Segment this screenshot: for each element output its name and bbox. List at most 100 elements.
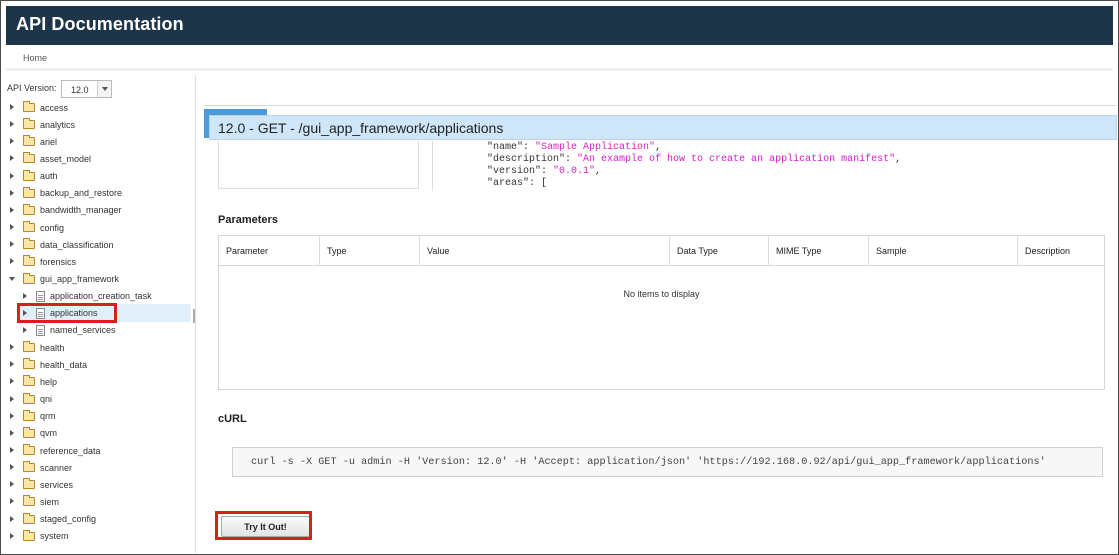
endpoint-title: 12.0 - GET - /gui_app_framework/applicat… xyxy=(218,120,504,136)
caret-right-icon[interactable] xyxy=(10,104,15,111)
caret-right-icon[interactable] xyxy=(10,361,15,368)
sample-left-pane xyxy=(218,141,419,189)
folder-icon xyxy=(23,461,35,473)
caret-right-icon[interactable] xyxy=(10,189,15,197)
caret-right-icon[interactable] xyxy=(10,155,15,162)
folder-icon xyxy=(23,152,35,164)
caret-right-icon[interactable] xyxy=(10,412,15,420)
tree-folder[interactable]: reference_data xyxy=(10,442,101,459)
caret-right-icon[interactable] xyxy=(10,481,15,488)
caret-right-icon[interactable] xyxy=(10,206,15,214)
json-colon: : xyxy=(529,178,542,189)
tree-folder[interactable]: config xyxy=(10,219,64,236)
tree-folder[interactable]: data_classification xyxy=(10,236,114,253)
caret-right-icon[interactable] xyxy=(10,498,15,505)
chevron-down-icon[interactable] xyxy=(97,81,111,97)
col-description[interactable]: Description xyxy=(1018,236,1104,266)
tree-folder[interactable]: siem xyxy=(10,493,59,510)
tree-folder[interactable]: gui_app_framework xyxy=(9,271,119,288)
tree-folder[interactable]: health_data xyxy=(10,356,87,373)
json-line: "version": "0.0.1", xyxy=(487,166,601,178)
tree-folder[interactable]: backup_and_restore xyxy=(10,185,122,202)
response-sample: "name": "Sample Application", "descriptio… xyxy=(218,141,1117,191)
tree-folder[interactable]: qni xyxy=(10,391,52,408)
api-version-label: API Version: xyxy=(7,83,57,93)
json-sample-pane[interactable]: "name": "Sample Application", "descriptio… xyxy=(432,141,1117,191)
tree-folder[interactable]: health xyxy=(10,339,65,356)
caret-right-icon[interactable] xyxy=(10,258,15,265)
tree-endpoint[interactable]: named_services xyxy=(23,322,116,339)
caret-right-icon[interactable] xyxy=(10,121,15,128)
parameters-heading: Parameters xyxy=(218,214,278,226)
tree-item-label: qvm xyxy=(40,428,58,439)
sidebar-resize-handle[interactable] xyxy=(193,309,195,323)
tree-item-label: staged_config xyxy=(40,514,97,525)
json-value: "Sample Application" xyxy=(535,142,656,153)
tree-folder[interactable]: forensics xyxy=(10,253,76,270)
tree-item-label: help xyxy=(40,376,58,387)
tree-item-label: health xyxy=(40,342,65,353)
main-panel: GET 12.0 - GET - /gui_app_framework/appl… xyxy=(204,75,1117,553)
folder-icon xyxy=(23,375,35,387)
col-value[interactable]: Value xyxy=(420,236,670,266)
caret-right-icon[interactable] xyxy=(10,447,15,454)
col-data-type[interactable]: Data Type xyxy=(670,236,769,266)
json-key: "version" xyxy=(487,166,542,177)
tree-folder[interactable]: qvm xyxy=(10,425,57,442)
json-colon: : xyxy=(565,154,578,165)
tree-folder[interactable]: ariel xyxy=(10,133,57,150)
tree-folder[interactable]: qrm xyxy=(10,408,56,425)
col-sample[interactable]: Sample xyxy=(869,236,1018,266)
document-icon xyxy=(36,290,45,302)
tree-folder[interactable]: system xyxy=(10,528,69,545)
caret-right-icon[interactable] xyxy=(10,515,15,523)
folder-icon xyxy=(23,101,35,112)
curl-command: curl -s -X GET -u admin -H 'Version: 12.… xyxy=(251,457,1046,468)
folder-icon xyxy=(23,478,35,490)
tree-folder[interactable]: services xyxy=(10,476,73,493)
curl-command-box[interactable]: curl -s -X GET -u admin -H 'Version: 12.… xyxy=(232,447,1103,477)
caret-right-icon[interactable] xyxy=(10,532,15,540)
json-colon: : xyxy=(541,166,554,177)
folder-icon xyxy=(23,255,35,267)
caret-right-icon[interactable] xyxy=(23,292,28,300)
tree-folder[interactable]: scanner xyxy=(10,459,72,476)
caret-right-icon[interactable] xyxy=(10,172,15,180)
caret-right-icon[interactable] xyxy=(10,429,15,437)
caret-right-icon[interactable] xyxy=(10,464,15,471)
folder-icon xyxy=(23,341,35,353)
tree-item-label: config xyxy=(40,222,65,233)
tree-folder[interactable]: access xyxy=(10,99,68,116)
col-parameter[interactable]: Parameter xyxy=(219,236,320,266)
folder-icon xyxy=(23,221,35,233)
parameters-table-header: Parameter Type Value Data Type MIME Type… xyxy=(219,236,1104,266)
tree-folder[interactable]: auth xyxy=(10,168,58,185)
caret-down-icon[interactable] xyxy=(9,276,15,283)
json-key: "areas" xyxy=(487,178,530,189)
tree-folder[interactable]: analytics xyxy=(10,116,75,133)
caret-right-icon[interactable] xyxy=(10,138,15,145)
breadcrumb: Home xyxy=(6,45,1113,71)
breadcrumb-home-link[interactable]: Home xyxy=(23,53,47,63)
caret-right-icon[interactable] xyxy=(10,344,15,351)
col-mime-type[interactable]: MIME Type xyxy=(769,236,869,266)
caret-right-icon[interactable] xyxy=(10,224,15,231)
tree-item-label: ariel xyxy=(40,136,58,147)
folder-icon xyxy=(23,529,35,541)
folder-icon xyxy=(23,169,35,181)
app-title: API Documentation xyxy=(16,14,184,34)
caret-right-icon[interactable] xyxy=(10,395,15,403)
col-type[interactable]: Type xyxy=(320,236,420,266)
api-version-select[interactable]: 12.0 xyxy=(61,80,112,98)
tree-folder[interactable]: help xyxy=(10,373,57,390)
tree-folder[interactable]: asset_model xyxy=(10,150,91,167)
caret-right-icon[interactable] xyxy=(10,378,15,385)
caret-right-icon[interactable] xyxy=(10,241,15,248)
method-tabbar: GET xyxy=(204,105,1117,138)
tree-folder[interactable]: staged_config xyxy=(10,511,96,528)
tree-folder[interactable]: bandwidth_manager xyxy=(10,202,122,219)
tree-item-label: qrm xyxy=(40,411,56,422)
app-header: API Documentation xyxy=(6,6,1113,45)
tree-item-label: access xyxy=(40,102,69,113)
caret-right-icon[interactable] xyxy=(23,326,28,334)
